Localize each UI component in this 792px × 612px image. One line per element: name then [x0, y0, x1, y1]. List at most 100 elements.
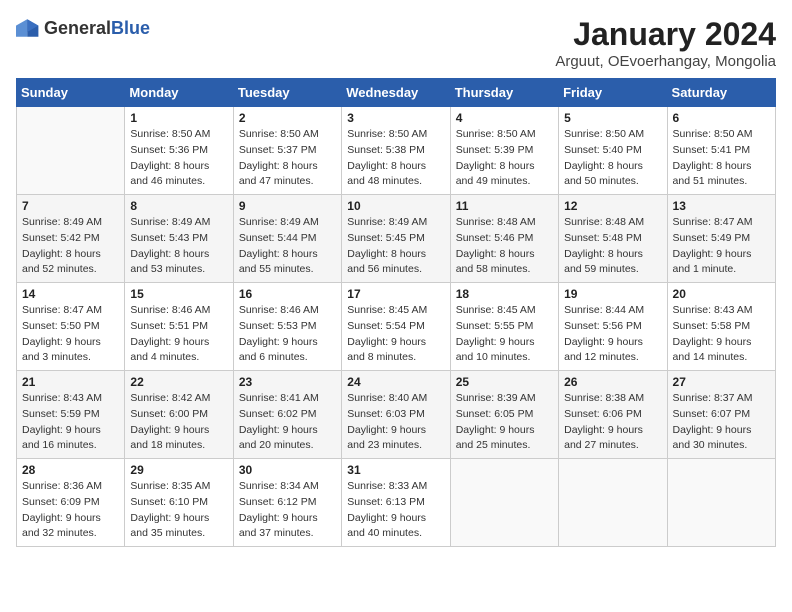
day-number: 23 [239, 375, 336, 389]
day-info: Sunrise: 8:41 AMSunset: 6:02 PMDaylight:… [239, 391, 336, 454]
calendar-cell: 1 Sunrise: 8:50 AMSunset: 5:36 PMDaylight… [125, 107, 233, 195]
day-info: Sunrise: 8:44 AMSunset: 5:56 PMDaylight:… [564, 303, 661, 366]
calendar-cell: 7 Sunrise: 8:49 AMSunset: 5:42 PMDaylight… [17, 195, 125, 283]
day-info: Sunrise: 8:45 AMSunset: 5:54 PMDaylight:… [347, 303, 444, 366]
calendar-cell: 12 Sunrise: 8:48 AMSunset: 5:48 PMDayligh… [559, 195, 667, 283]
calendar-cell: 4 Sunrise: 8:50 AMSunset: 5:39 PMDaylight… [450, 107, 558, 195]
day-info: Sunrise: 8:45 AMSunset: 5:55 PMDaylight:… [456, 303, 553, 366]
day-info: Sunrise: 8:49 AMSunset: 5:45 PMDaylight:… [347, 215, 444, 278]
calendar-cell: 21Sunrise: 8:43 AMSunset: 5:59 PMDayligh… [17, 371, 125, 459]
calendar-cell [667, 459, 775, 547]
day-info: Sunrise: 8:38 AMSunset: 6:06 PMDaylight:… [564, 391, 661, 454]
calendar-cell: 2 Sunrise: 8:50 AMSunset: 5:37 PMDaylight… [233, 107, 341, 195]
day-number: 28 [22, 463, 119, 477]
day-info: Sunrise: 8:50 AMSunset: 5:38 PMDaylight:… [347, 127, 444, 190]
day-number: 10 [347, 199, 444, 213]
calendar-cell: 10 Sunrise: 8:49 AMSunset: 5:45 PMDayligh… [342, 195, 450, 283]
day-info: Sunrise: 8:49 AMSunset: 5:43 PMDaylight:… [130, 215, 227, 278]
day-number: 5 [564, 111, 661, 125]
calendar-table: SundayMondayTuesdayWednesdayThursdayFrid… [16, 78, 776, 547]
month-title: January 2024 [555, 16, 776, 53]
calendar-cell: 5 Sunrise: 8:50 AMSunset: 5:40 PMDaylight… [559, 107, 667, 195]
day-info: Sunrise: 8:50 AMSunset: 5:37 PMDaylight:… [239, 127, 336, 190]
day-number: 31 [347, 463, 444, 477]
day-number: 16 [239, 287, 336, 301]
day-info: Sunrise: 8:48 AMSunset: 5:48 PMDaylight:… [564, 215, 661, 278]
day-info: Sunrise: 8:49 AMSunset: 5:44 PMDaylight:… [239, 215, 336, 278]
day-number: 30 [239, 463, 336, 477]
day-number: 9 [239, 199, 336, 213]
calendar-cell: 26 Sunrise: 8:38 AMSunset: 6:06 PMDayligh… [559, 371, 667, 459]
calendar-cell: 28 Sunrise: 8:36 AMSunset: 6:09 PMDayligh… [17, 459, 125, 547]
logo-text: GeneralBlue [44, 18, 150, 39]
day-header-wednesday: Wednesday [342, 79, 450, 107]
calendar-cell: 6Sunrise: 8:50 AMSunset: 5:41 PMDaylight… [667, 107, 775, 195]
calendar-cell: 9 Sunrise: 8:49 AMSunset: 5:44 PMDaylight… [233, 195, 341, 283]
logo: GeneralBlue [16, 16, 150, 40]
logo-icon [16, 16, 40, 40]
day-number: 14 [22, 287, 119, 301]
calendar-cell [450, 459, 558, 547]
day-number: 21 [22, 375, 119, 389]
day-info: Sunrise: 8:47 AMSunset: 5:49 PMDaylight:… [673, 215, 770, 278]
day-number: 4 [456, 111, 553, 125]
calendar-cell: 17Sunrise: 8:45 AMSunset: 5:54 PMDayligh… [342, 283, 450, 371]
calendar-cell: 8 Sunrise: 8:49 AMSunset: 5:43 PMDaylight… [125, 195, 233, 283]
day-info: Sunrise: 8:49 AMSunset: 5:42 PMDaylight:… [22, 215, 119, 278]
day-number: 13 [673, 199, 770, 213]
day-header-monday: Monday [125, 79, 233, 107]
logo-general: General [44, 18, 111, 38]
calendar-cell: 3 Sunrise: 8:50 AMSunset: 5:38 PMDaylight… [342, 107, 450, 195]
day-header-sunday: Sunday [17, 79, 125, 107]
day-number: 11 [456, 199, 553, 213]
day-number: 1 [130, 111, 227, 125]
day-header-saturday: Saturday [667, 79, 775, 107]
day-number: 18 [456, 287, 553, 301]
day-number: 3 [347, 111, 444, 125]
day-info: Sunrise: 8:46 AMSunset: 5:51 PMDaylight:… [130, 303, 227, 366]
week-row-1: 1 Sunrise: 8:50 AMSunset: 5:36 PMDaylight… [17, 107, 776, 195]
calendar-cell: 16 Sunrise: 8:46 AMSunset: 5:53 PMDayligh… [233, 283, 341, 371]
calendar-cell: 22Sunrise: 8:42 AMSunset: 6:00 PMDayligh… [125, 371, 233, 459]
calendar-cell: 30Sunrise: 8:34 AMSunset: 6:12 PMDayligh… [233, 459, 341, 547]
day-number: 27 [673, 375, 770, 389]
day-number: 2 [239, 111, 336, 125]
day-info: Sunrise: 8:35 AMSunset: 6:10 PMDaylight:… [130, 479, 227, 542]
day-info: Sunrise: 8:48 AMSunset: 5:46 PMDaylight:… [456, 215, 553, 278]
header-row: SundayMondayTuesdayWednesdayThursdayFrid… [17, 79, 776, 107]
day-info: Sunrise: 8:43 AMSunset: 5:58 PMDaylight:… [673, 303, 770, 366]
week-row-5: 28 Sunrise: 8:36 AMSunset: 6:09 PMDayligh… [17, 459, 776, 547]
day-info: Sunrise: 8:50 AMSunset: 5:40 PMDaylight:… [564, 127, 661, 190]
week-row-2: 7 Sunrise: 8:49 AMSunset: 5:42 PMDaylight… [17, 195, 776, 283]
logo-blue: Blue [111, 18, 150, 38]
day-number: 12 [564, 199, 661, 213]
day-number: 26 [564, 375, 661, 389]
calendar-cell: 25 Sunrise: 8:39 AMSunset: 6:05 PMDayligh… [450, 371, 558, 459]
header: GeneralBlue January 2024 Arguut, OEvoerh… [16, 16, 776, 70]
calendar-cell: 24 Sunrise: 8:40 AMSunset: 6:03 PMDayligh… [342, 371, 450, 459]
calendar-cell: 27Sunrise: 8:37 AMSunset: 6:07 PMDayligh… [667, 371, 775, 459]
calendar-cell: 23 Sunrise: 8:41 AMSunset: 6:02 PMDayligh… [233, 371, 341, 459]
day-info: Sunrise: 8:47 AMSunset: 5:50 PMDaylight:… [22, 303, 119, 366]
calendar-cell: 18 Sunrise: 8:45 AMSunset: 5:55 PMDayligh… [450, 283, 558, 371]
week-row-3: 14 Sunrise: 8:47 AMSunset: 5:50 PMDayligh… [17, 283, 776, 371]
day-info: Sunrise: 8:39 AMSunset: 6:05 PMDaylight:… [456, 391, 553, 454]
day-number: 25 [456, 375, 553, 389]
day-info: Sunrise: 8:33 AMSunset: 6:13 PMDaylight:… [347, 479, 444, 542]
day-info: Sunrise: 8:46 AMSunset: 5:53 PMDaylight:… [239, 303, 336, 366]
day-info: Sunrise: 8:40 AMSunset: 6:03 PMDaylight:… [347, 391, 444, 454]
calendar-cell: 19Sunrise: 8:44 AMSunset: 5:56 PMDayligh… [559, 283, 667, 371]
calendar-cell: 15Sunrise: 8:46 AMSunset: 5:51 PMDayligh… [125, 283, 233, 371]
calendar-cell [559, 459, 667, 547]
day-info: Sunrise: 8:50 AMSunset: 5:39 PMDaylight:… [456, 127, 553, 190]
week-row-4: 21Sunrise: 8:43 AMSunset: 5:59 PMDayligh… [17, 371, 776, 459]
calendar-cell: 20 Sunrise: 8:43 AMSunset: 5:58 PMDayligh… [667, 283, 775, 371]
day-info: Sunrise: 8:50 AMSunset: 5:36 PMDaylight:… [130, 127, 227, 190]
day-number: 8 [130, 199, 227, 213]
day-header-tuesday: Tuesday [233, 79, 341, 107]
day-number: 24 [347, 375, 444, 389]
day-number: 20 [673, 287, 770, 301]
day-number: 6 [673, 111, 770, 125]
day-number: 7 [22, 199, 119, 213]
day-info: Sunrise: 8:36 AMSunset: 6:09 PMDaylight:… [22, 479, 119, 542]
